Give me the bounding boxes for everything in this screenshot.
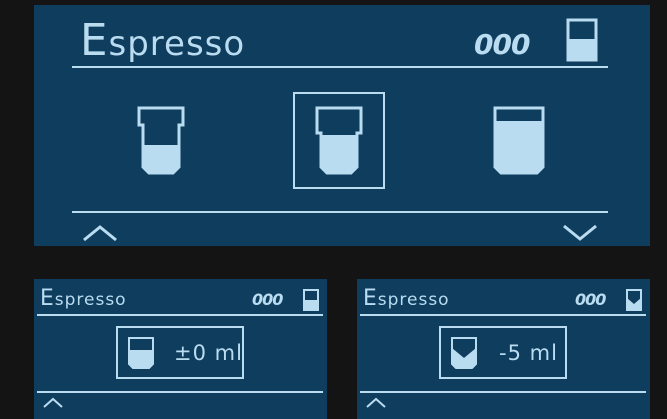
cup-size-icon (303, 289, 319, 311)
footer-divider (37, 391, 323, 393)
cup-reduce-icon (451, 337, 477, 369)
chevron-up-icon[interactable] (365, 397, 387, 409)
screen-title: Espresso (40, 286, 127, 311)
header-divider (37, 314, 323, 316)
volume-screen-reduced: Espresso 000 -5 ml (357, 279, 650, 419)
cup-large-icon[interactable] (492, 105, 546, 175)
chevron-up-icon[interactable] (82, 224, 118, 242)
footer-divider (72, 211, 608, 213)
cup-reduce-small-icon (626, 289, 642, 311)
cup-medium-icon[interactable] (314, 105, 364, 175)
cup-size-icon (566, 18, 598, 62)
volume-value: -5 ml (499, 341, 558, 365)
header-divider (72, 66, 608, 68)
strength-indicator: 000 (252, 290, 283, 309)
volume-value: ±0 ml (174, 341, 243, 365)
footer-divider (360, 391, 646, 393)
cup-volume-icon (128, 337, 154, 369)
screen-title: Espresso (80, 16, 246, 66)
chevron-down-icon[interactable] (562, 223, 598, 241)
header-divider (360, 314, 646, 316)
volume-adjust-box[interactable]: -5 ml (439, 326, 567, 379)
strength-indicator: 000 (474, 28, 530, 61)
volume-adjust-box[interactable]: ±0 ml (116, 326, 244, 379)
strength-indicator: 000 (575, 290, 606, 309)
volume-screen-neutral: Espresso 000 ±0 ml (34, 279, 327, 419)
cup-small-icon[interactable] (136, 105, 186, 175)
screen-title: Espresso (363, 286, 450, 311)
chevron-up-icon[interactable] (42, 397, 64, 409)
main-display: Espresso 000 (34, 5, 650, 246)
